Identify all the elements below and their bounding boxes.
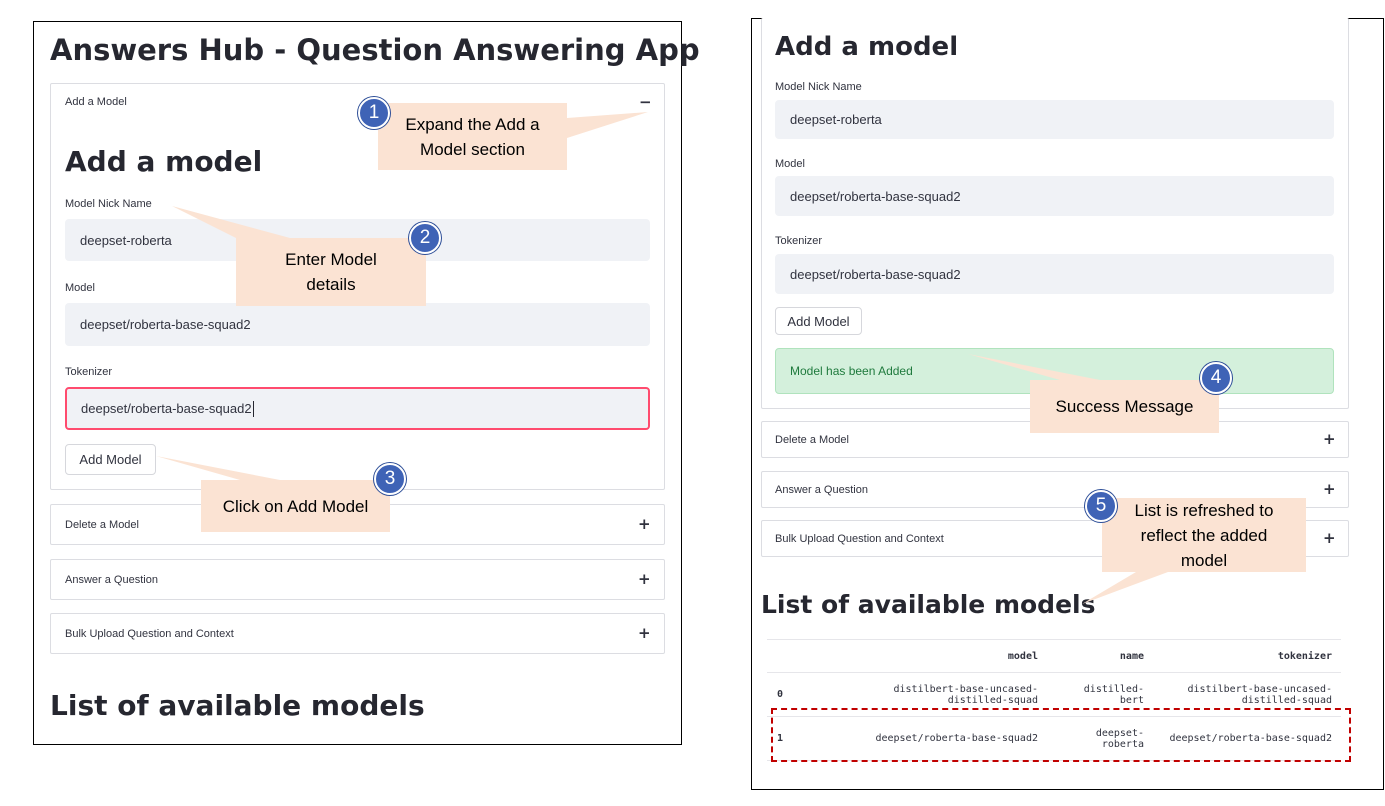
model-nick-name-label-right: Model Nick Name	[775, 81, 862, 93]
callout-4: Success Message	[1030, 380, 1219, 433]
model-nick-name-label: Model Nick Name	[65, 198, 152, 210]
app-title: Answers Hub - Question Answering App	[50, 33, 700, 67]
tokenizer-input[interactable]: deepset/roberta-base-squad2	[65, 387, 650, 430]
expand-icon[interactable]: +	[1323, 432, 1336, 447]
tokenizer-input-right[interactable]: deepset/roberta-base-squad2	[775, 254, 1334, 294]
tokenizer-value-right: deepset/roberta-base-squad2	[790, 266, 961, 282]
collapse-icon[interactable]: −	[639, 95, 652, 110]
model-value: deepset/roberta-base-squad2	[80, 317, 251, 332]
tokenizer-label-right: Tokenizer	[775, 235, 823, 247]
model-nick-name-value: deepset-roberta	[80, 232, 172, 248]
delete-model-expander-label: Delete a Model	[65, 519, 139, 531]
add-model-heading-right: Add a model	[775, 32, 959, 62]
step-4-badge: 4	[1200, 362, 1232, 394]
callout-2-line1: Enter Model	[285, 250, 377, 269]
new-row-highlight	[771, 708, 1351, 762]
delete-model-expander-label-right: Delete a Model	[775, 434, 849, 446]
model-label-right: Model	[775, 158, 805, 170]
add-model-heading: Add a model	[65, 145, 263, 178]
table-header-model: model	[803, 639, 1047, 673]
model-input[interactable]: deepset/roberta-base-squad2	[65, 303, 650, 346]
expand-icon[interactable]: +	[638, 626, 651, 641]
list-models-heading-right: List of available models	[761, 590, 1096, 619]
answer-question-expander[interactable]: Answer a Question +	[50, 559, 665, 600]
answer-question-expander-label-right: Answer a Question	[775, 484, 868, 496]
table-header-tokenizer: tokenizer	[1153, 639, 1341, 673]
callout-2: Enter Model details	[236, 238, 426, 306]
tokenizer-label: Tokenizer	[65, 366, 113, 378]
table-header-row: model name tokenizer	[767, 639, 1341, 673]
callout-5-line3: model	[1180, 550, 1228, 570]
list-models-heading: List of available models	[50, 689, 425, 722]
model-label: Model	[65, 282, 95, 294]
expand-icon[interactable]: +	[638, 517, 651, 532]
tokenizer-value: deepset/roberta-base-squad2	[81, 401, 252, 416]
callout-5-line1: List is refreshed to	[1134, 500, 1274, 520]
bulk-upload-expander-label-right: Bulk Upload Question and Context	[775, 533, 944, 545]
callout-5-line2: reflect the added	[1140, 525, 1268, 545]
bulk-upload-expander[interactable]: Bulk Upload Question and Context +	[50, 613, 665, 654]
step-2-badge: 2	[409, 222, 441, 254]
add-model-button-right[interactable]: Add Model	[775, 307, 862, 335]
expand-icon[interactable]: +	[638, 572, 651, 587]
add-model-button[interactable]: Add Model	[65, 444, 156, 475]
callout-5: List is refreshed to reflect the added m…	[1102, 498, 1306, 572]
bulk-upload-expander-label: Bulk Upload Question and Context	[65, 628, 234, 640]
answer-question-expander-label: Answer a Question	[65, 574, 158, 586]
table-header-name: name	[1047, 639, 1153, 673]
model-nick-name-value-right: deepset-roberta	[790, 112, 882, 127]
expand-icon[interactable]: +	[1323, 531, 1336, 546]
step-5-badge: 5	[1085, 490, 1117, 522]
model-nick-name-input-right[interactable]: deepset-roberta	[775, 100, 1334, 139]
callout-1-line2: Model section	[420, 139, 525, 159]
callout-1: Expand the Add a Model section	[378, 103, 567, 170]
callout-2-line2: details	[306, 275, 356, 294]
expand-icon[interactable]: +	[1323, 482, 1336, 497]
callout-1-line1: Expand the Add a	[405, 114, 540, 134]
table-header-index	[767, 639, 803, 673]
model-value-right: deepset/roberta-base-squad2	[790, 188, 961, 204]
step-3-badge: 3	[374, 463, 406, 495]
text-cursor	[252, 400, 254, 417]
add-model-expander-label: Add a Model	[65, 96, 127, 108]
model-input-right[interactable]: deepset/roberta-base-squad2	[775, 176, 1334, 216]
callout-3: Click on Add Model	[201, 480, 390, 532]
step-1-badge: 1	[358, 97, 390, 129]
